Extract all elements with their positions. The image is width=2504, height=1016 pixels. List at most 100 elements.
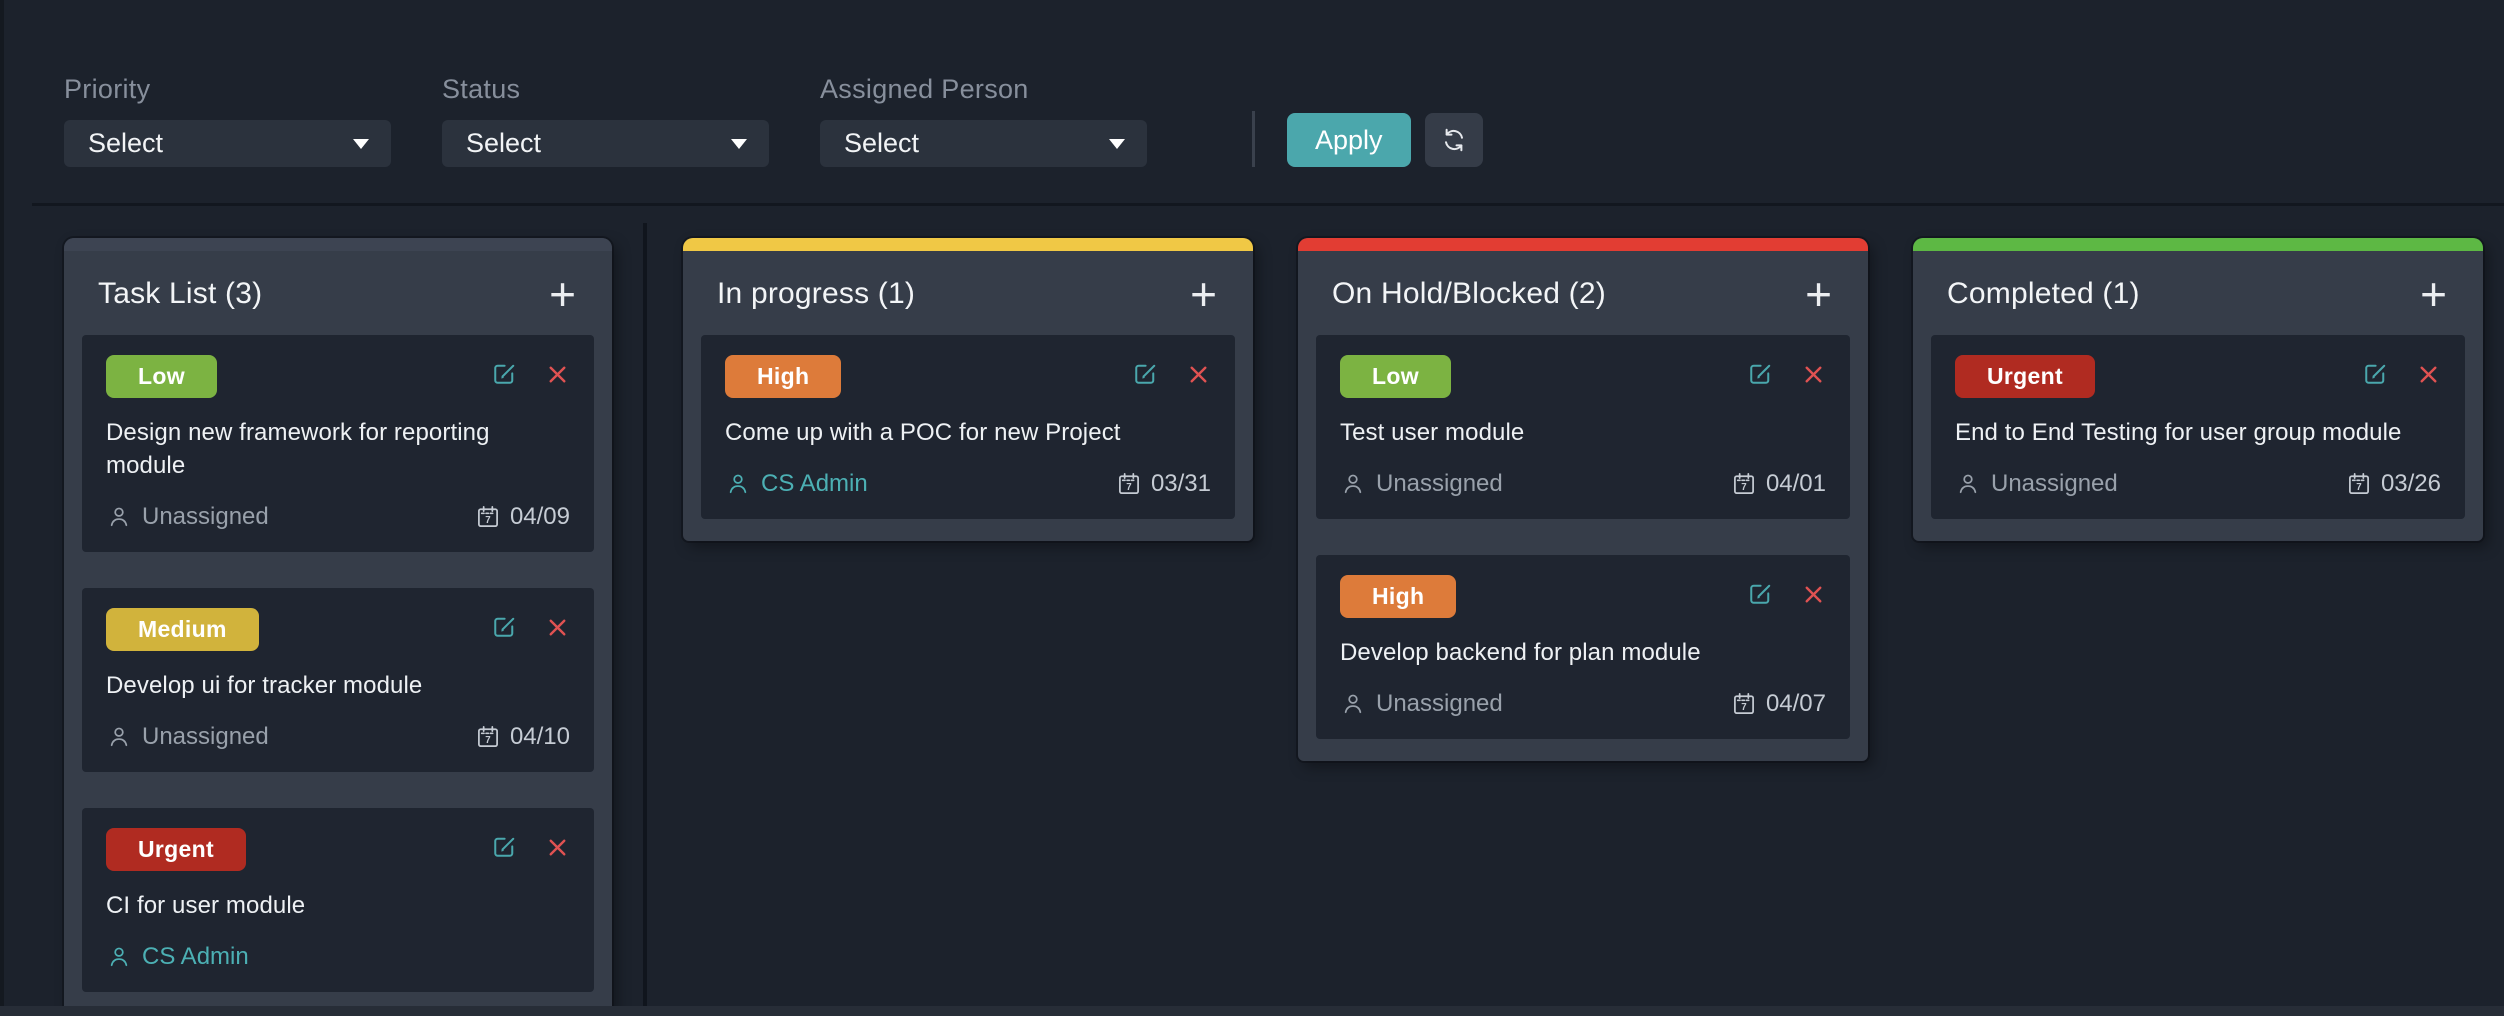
edit-task-button[interactable] — [1745, 359, 1775, 389]
column-header: Task List (3) + — [64, 251, 612, 335]
add-task-button[interactable]: + — [1805, 275, 1832, 313]
edit-task-button[interactable] — [1130, 359, 1160, 389]
task-card[interactable]: Low — [82, 335, 594, 552]
priority-select[interactable]: Select — [64, 120, 391, 167]
person-icon — [725, 471, 751, 497]
card-list: Low — [1298, 335, 1868, 761]
card-top: High — [1340, 575, 1826, 618]
task-card[interactable]: High — [1316, 555, 1850, 739]
priority-badge: Urgent — [106, 828, 246, 871]
card-footer: Unassigned 7 04/01 — [1340, 469, 1826, 499]
assigned-person-label: Assigned Person — [820, 74, 1147, 104]
apply-button[interactable]: Apply — [1287, 113, 1411, 167]
delete-task-button[interactable] — [1186, 362, 1211, 387]
assignee: Unassigned — [1340, 690, 1503, 718]
due-date-text: 03/31 — [1151, 470, 1211, 498]
delete-task-button[interactable] — [2416, 362, 2441, 387]
column-title: Completed (1) — [1947, 277, 2140, 311]
calendar-day-number: 7 — [1741, 482, 1746, 493]
column-title: In progress (1) — [717, 277, 915, 311]
pencil-square-icon — [1745, 359, 1775, 389]
due-date: 7 04/09 — [475, 503, 570, 531]
column-accent-bar — [683, 238, 1253, 251]
assigned-person-select[interactable]: Select — [820, 120, 1147, 167]
task-card[interactable]: Low — [1316, 335, 1850, 519]
edit-task-button[interactable] — [1745, 579, 1775, 609]
task-title: Test user module — [1340, 416, 1826, 449]
x-mark-icon — [2416, 362, 2441, 387]
card-actions — [1745, 359, 1826, 389]
card-actions — [1130, 359, 1211, 389]
add-task-button[interactable]: + — [2420, 275, 2447, 313]
board-section-divider — [643, 223, 647, 1016]
card-footer: Unassigned 7 04/07 — [1340, 689, 1826, 719]
priority-select-value: Select — [88, 128, 163, 159]
person-icon — [106, 944, 132, 970]
priority-badge: Low — [106, 355, 217, 398]
add-task-button[interactable]: + — [549, 275, 576, 313]
card-footer: Unassigned 7 03/26 — [1955, 469, 2441, 499]
column-header: On Hold/Blocked (2) + — [1298, 251, 1868, 335]
person-icon — [106, 504, 132, 530]
column-accent-bar — [64, 238, 612, 251]
priority-badge: High — [1340, 575, 1456, 618]
caret-down-icon — [1109, 139, 1125, 149]
filter-status: Status Select — [442, 74, 769, 167]
edit-task-button[interactable] — [489, 612, 519, 642]
filter-board-divider — [32, 203, 2504, 206]
column-accent-bar — [1298, 238, 1868, 251]
calendar-icon: 7 — [475, 504, 501, 530]
task-card[interactable]: High — [701, 335, 1235, 519]
due-date: 7 04/10 — [475, 723, 570, 751]
x-mark-icon — [1801, 582, 1826, 607]
filter-priority: Priority Select — [64, 74, 391, 167]
card-footer: Unassigned 7 04/09 — [106, 502, 570, 532]
edit-task-button[interactable] — [2360, 359, 2390, 389]
kanban-board: Task List (3) + Low — [64, 238, 2504, 1016]
caret-down-icon — [731, 139, 747, 149]
card-top: Medium — [106, 608, 570, 651]
add-task-button[interactable]: + — [1190, 275, 1217, 313]
pencil-square-icon — [1130, 359, 1160, 389]
card-footer: Unassigned 7 04/10 — [106, 722, 570, 752]
due-date: 7 03/31 — [1116, 470, 1211, 498]
assignee-name: Unassigned — [1376, 470, 1503, 498]
pencil-square-icon — [489, 359, 519, 389]
delete-task-button[interactable] — [545, 615, 570, 640]
refresh-button[interactable] — [1425, 113, 1483, 167]
card-actions — [489, 832, 570, 862]
due-date-text: 04/10 — [510, 723, 570, 751]
pencil-square-icon — [2360, 359, 2390, 389]
task-card[interactable]: Urgent — [1931, 335, 2465, 519]
due-date: 7 03/26 — [2346, 470, 2441, 498]
assignee-name: Unassigned — [1991, 470, 2118, 498]
card-list: High — [683, 335, 1253, 541]
edit-task-button[interactable] — [489, 832, 519, 862]
assignee: Unassigned — [106, 503, 269, 531]
status-select[interactable]: Select — [442, 120, 769, 167]
assignee-name: Unassigned — [142, 503, 269, 531]
card-actions — [1745, 579, 1826, 609]
calendar-day-number: 7 — [485, 735, 490, 746]
due-date-text: 04/07 — [1766, 690, 1826, 718]
task-card[interactable]: Medium — [82, 588, 594, 772]
delete-task-button[interactable] — [1801, 362, 1826, 387]
card-actions — [489, 612, 570, 642]
delete-task-button[interactable] — [1801, 582, 1826, 607]
delete-task-button[interactable] — [545, 835, 570, 860]
delete-task-button[interactable] — [545, 362, 570, 387]
card-list: Low — [64, 335, 612, 1014]
assignee: Unassigned — [1955, 470, 2118, 498]
horizontal-scrollbar-track[interactable] — [0, 1006, 2504, 1016]
person-icon — [1955, 471, 1981, 497]
assignee: CS Admin — [725, 470, 868, 498]
task-title: CI for user module — [106, 889, 570, 922]
task-card[interactable]: Urgent — [82, 808, 594, 992]
edit-task-button[interactable] — [489, 359, 519, 389]
column-title: Task List (3) — [98, 277, 262, 311]
calendar-day-number: 7 — [1741, 702, 1746, 713]
calendar-day-number: 7 — [485, 515, 490, 526]
priority-badge: Low — [1340, 355, 1451, 398]
calendar-day-number: 7 — [2356, 482, 2361, 493]
status-label: Status — [442, 74, 769, 104]
